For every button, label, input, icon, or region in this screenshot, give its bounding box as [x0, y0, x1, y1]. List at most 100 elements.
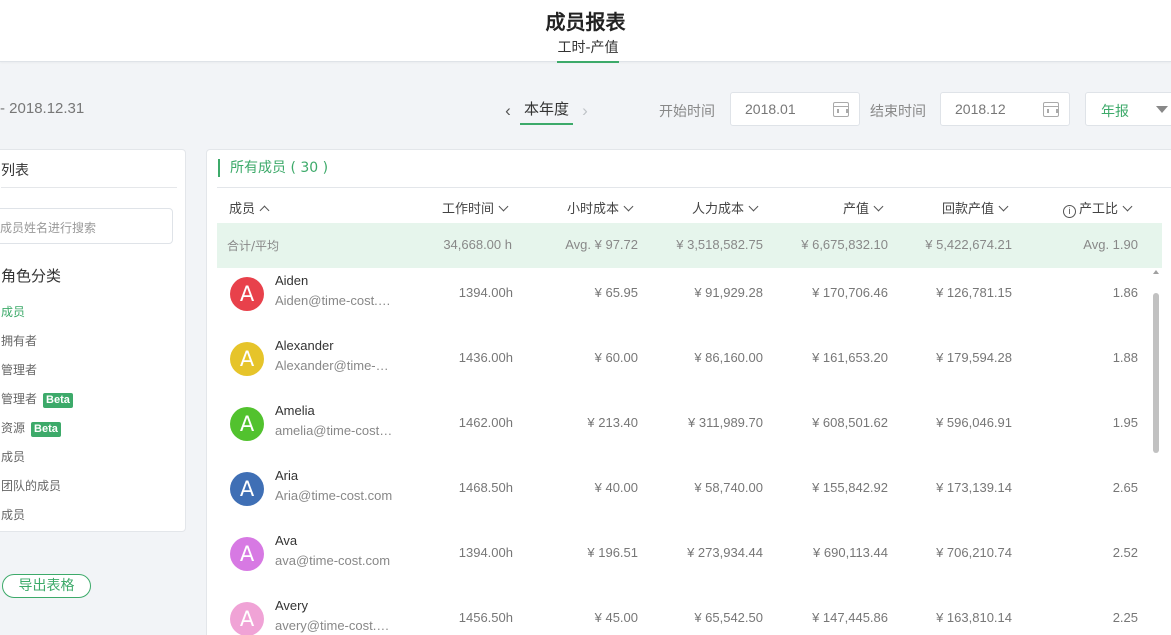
hours-value: 1394.00h: [458, 545, 513, 560]
scroll-up-icon[interactable]: [1153, 270, 1159, 274]
period-label[interactable]: 本年度: [520, 98, 574, 125]
start-time-label: 开始时间: [659, 104, 715, 120]
output-value: ¥ 161,653.20: [812, 350, 888, 365]
member-email: ava@time-cost.com: [275, 553, 391, 568]
returned-output-value: ¥ 179,594.28: [936, 350, 1012, 365]
returned-output-value: ¥ 126,781.15: [936, 285, 1012, 300]
table-row[interactable]: A Ava ava@time-cost.com 1394.00h ¥ 196.5…: [217, 528, 1152, 593]
sidebar-item-managers[interactable]: 管理者: [1, 361, 37, 378]
output-value: ¥ 155,842.92: [812, 480, 888, 495]
sidebar-item-members-3[interactable]: 成员: [1, 506, 25, 523]
avatar: A: [230, 342, 264, 376]
table-row[interactable]: A Alexander Alexander@time-cost.com 1436…: [217, 333, 1152, 398]
calendar-icon[interactable]: [833, 102, 849, 117]
column-header-label: 工作时间: [442, 202, 495, 217]
returned-output-value: ¥ 706,210.74: [936, 545, 1012, 560]
start-date-field[interactable]: 2018.01: [730, 92, 860, 126]
member-name: Ava: [275, 533, 298, 548]
labor-cost-value: ¥ 58,740.00: [694, 480, 763, 495]
period-switcher: ‹ 本年度 ›: [500, 96, 593, 126]
hours-value: 1394.00h: [458, 285, 513, 300]
table-row[interactable]: A Aiden Aiden@time-cost.com 1394.00h ¥ 6…: [217, 268, 1152, 333]
column-header-label: 回款产值: [942, 202, 995, 217]
chevron-down-icon: [498, 201, 509, 212]
column-header-member[interactable]: 成员: [229, 198, 270, 217]
hourly-cost-value: ¥ 45.00: [594, 610, 638, 625]
output-value: ¥ 147,445.86: [812, 610, 888, 625]
column-header-label: 人力成本: [692, 202, 745, 217]
output-value: ¥ 690,113.44: [813, 545, 888, 560]
column-header-labor-cost[interactable]: 人力成本: [692, 198, 759, 217]
members-table-panel: 所有成员 ( 30 ) 成员 工作时间 小时成本 人力成本 产值 回款产值 i产…: [206, 149, 1171, 635]
table-row[interactable]: A Aria Aria@time-cost.com 1468.50h ¥ 40.…: [217, 463, 1152, 528]
avatar: A: [230, 407, 264, 441]
returned-output-value: ¥ 596,046.91: [936, 415, 1012, 430]
calendar-icon[interactable]: [1043, 102, 1059, 117]
hours-value: 1436.00h: [458, 350, 513, 365]
returned-output-value: ¥ 173,139.14: [936, 480, 1012, 495]
end-date-field[interactable]: 2018.12: [940, 92, 1070, 126]
hourly-cost-value: ¥ 60.00: [594, 350, 638, 365]
totals-hourly-cost: Avg. ¥ 97.72: [565, 237, 638, 252]
column-header-ratio[interactable]: i 产工比: [1063, 198, 1133, 218]
sidebar-item-resources[interactable]: 资源 Beta: [1, 419, 61, 437]
divider: [1, 187, 177, 188]
sidebar-item-label: 拥有者: [1, 334, 38, 348]
column-header-hourly-cost[interactable]: 小时成本: [567, 198, 634, 217]
report-type-select[interactable]: 年报: [1085, 92, 1171, 126]
table-row[interactable]: A Avery avery@time-cost.com 1456.50h ¥ 4…: [217, 593, 1152, 635]
chevron-left-icon[interactable]: ‹: [500, 101, 516, 121]
sidebar: 列表 成员姓名进行搜索 角色分类 成员 拥有者 管理者 管理者 Beta 资源 Be…: [0, 149, 186, 532]
caret-down-icon: [1156, 106, 1168, 113]
divider: [217, 187, 1171, 188]
info-icon[interactable]: i: [1063, 205, 1076, 218]
date-range-text: - 2018.12.31: [0, 100, 85, 117]
hours-value: 1468.50h: [458, 480, 513, 495]
labor-cost-value: ¥ 273,934.44: [687, 545, 763, 560]
sidebar-item-label: 资源: [1, 421, 26, 435]
hours-value: 1456.50h: [458, 610, 513, 625]
column-header-label: 产工比: [1079, 202, 1119, 217]
report-type-value: 年报: [1101, 104, 1129, 120]
chevron-down-icon: [998, 201, 1009, 212]
avatar: A: [230, 277, 264, 311]
sidebar-item-managers-beta[interactable]: 管理者 Beta: [1, 390, 73, 408]
sidebar-item-owners[interactable]: 拥有者: [1, 332, 37, 349]
member-email: Aria@time-cost.com: [275, 488, 393, 503]
avatar: A: [230, 602, 264, 635]
chevron-down-icon: [623, 201, 634, 212]
member-email: amelia@time-cost.com: [275, 423, 393, 438]
labor-cost-value: ¥ 65,542.50: [694, 610, 763, 625]
sidebar-item-members[interactable]: 成员: [1, 303, 25, 320]
chevron-right-icon[interactable]: ›: [577, 101, 593, 121]
column-header-returned-output[interactable]: 回款产值: [942, 198, 1009, 217]
scrollbar[interactable]: [1153, 293, 1159, 453]
tab-hours-output[interactable]: 工时-产值: [557, 37, 619, 63]
totals-labor-cost: ¥ 3,518,582.75: [676, 237, 763, 252]
column-header-hours[interactable]: 工作时间: [442, 198, 509, 217]
member-search-input[interactable]: 成员姓名进行搜索: [0, 208, 173, 244]
column-header-output[interactable]: 产值: [843, 198, 884, 217]
export-table-button[interactable]: 导出表格: [2, 574, 91, 598]
sidebar-item-team-members[interactable]: 团队的成员: [1, 477, 61, 494]
chevron-up-icon: [259, 205, 270, 216]
labor-cost-value: ¥ 91,929.28: [694, 285, 763, 300]
sidebar-item-label: 团队的成员: [1, 479, 62, 493]
totals-output: ¥ 6,675,832.10: [801, 237, 888, 252]
sidebar-item-label: 成员: [1, 508, 26, 522]
all-members-title: 所有成员 ( 30 ): [218, 159, 328, 177]
sidebar-item-label: 管理者: [1, 392, 38, 406]
sidebar-item-members-2[interactable]: 成员: [1, 448, 25, 465]
header: 成员报表 工时-产值: [0, 0, 1171, 63]
hourly-cost-value: ¥ 40.00: [594, 480, 638, 495]
table-row[interactable]: A Amelia amelia@time-cost.com 1462.00h ¥…: [217, 398, 1152, 463]
hourly-cost-value: ¥ 213.40: [587, 415, 638, 430]
totals-hours: 34,668.00 h: [443, 237, 512, 252]
chevron-down-icon: [1122, 201, 1133, 212]
ratio-value: 2.65: [1112, 480, 1138, 495]
returned-output-value: ¥ 163,810.14: [936, 610, 1012, 625]
totals-ratio: Avg. 1.90: [1083, 237, 1138, 252]
labor-cost-value: ¥ 311,989.70: [688, 415, 763, 430]
avatar: A: [230, 472, 264, 506]
totals-returned-output: ¥ 5,422,674.21: [925, 237, 1012, 252]
